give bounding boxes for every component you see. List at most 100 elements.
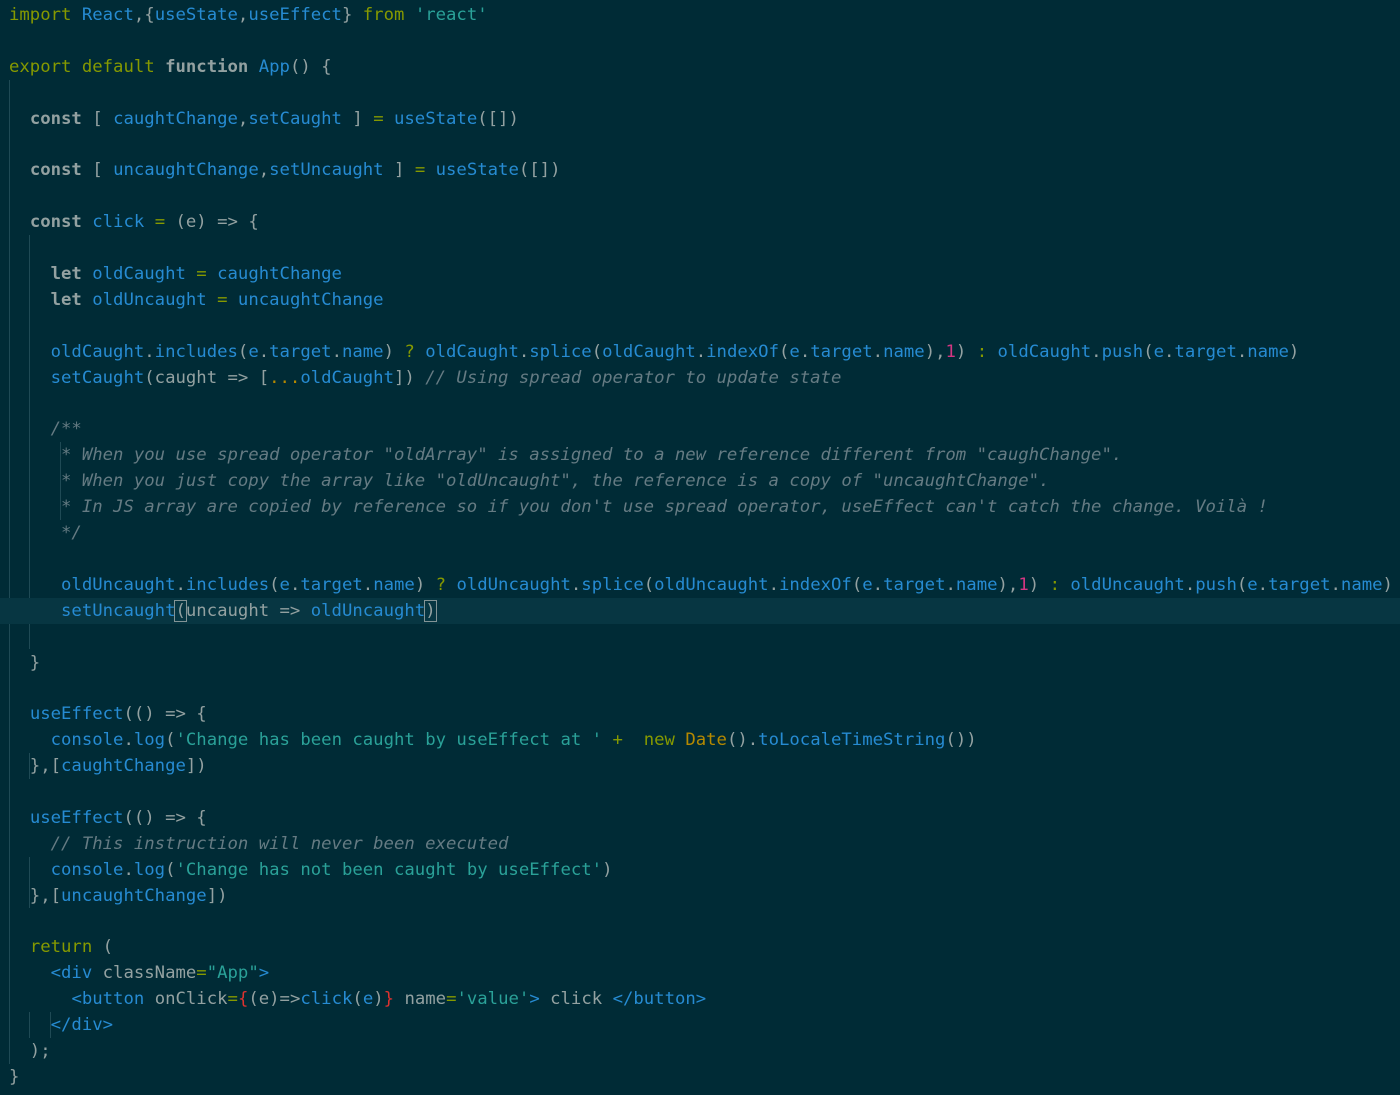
code-line[interactable]: const [ uncaughtChange,setUncaught ] = u…: [9, 157, 561, 183]
code-editor[interactable]: import React,{useState,useEffect} from '…: [0, 0, 1400, 1095]
code-line[interactable]: );: [9, 1038, 51, 1064]
code-token: 'value': [456, 989, 530, 1010]
code-token: (() => {: [123, 807, 207, 828]
code-token: ?: [404, 341, 415, 362]
code-line[interactable]: import React,{useState,useEffect} from '…: [9, 2, 488, 28]
code-token: target: [300, 574, 363, 595]
code-token: */: [61, 523, 82, 543]
code-line[interactable]: let oldCaught = caughtChange: [9, 261, 342, 287]
code-token: useState: [435, 160, 519, 181]
code-token: React: [81, 5, 134, 25]
code-token: .: [1091, 341, 1102, 362]
code-line[interactable]: </div>: [9, 1012, 113, 1038]
code-token: push: [1195, 574, 1237, 595]
code-token: oldUncaught: [1070, 574, 1185, 595]
code-line[interactable]: export default function App() {: [9, 54, 332, 80]
code-token: oldCaught: [92, 264, 186, 284]
code-line[interactable]: useEffect(() => {: [9, 805, 207, 831]
code-token: // This instruction will never been exec…: [50, 833, 509, 854]
code-line[interactable]: }: [9, 1064, 19, 1090]
code-line[interactable]: <div className="App">: [9, 960, 270, 986]
code-line[interactable]: useEffect(() => {: [9, 701, 207, 727]
code-token: ...: [269, 367, 301, 388]
code-token: (: [591, 341, 603, 362]
code-token: 'Change has not been caught by useEffect…: [175, 859, 603, 880]
code-line[interactable]: * In JS array are copied by reference so…: [9, 494, 1268, 520]
code-line[interactable]: <button onClick={(e)=>click(e)} name='va…: [9, 986, 706, 1012]
code-line[interactable]: return (: [9, 934, 113, 960]
code-token: name: [1247, 341, 1289, 362]
code-token: setCaught: [248, 108, 342, 129]
code-line[interactable]: let oldUncaught = uncaughtChange: [9, 287, 384, 313]
code-line[interactable]: * When you use spread operator "oldArray…: [9, 442, 1122, 468]
code-token: target: [269, 341, 332, 362]
code-line[interactable]: }: [9, 650, 40, 676]
code-line[interactable]: setCaught(caught => [...oldCaught]) // U…: [9, 365, 842, 391]
code-line[interactable]: * When you just copy the array like "old…: [9, 468, 1049, 494]
code-token: name: [404, 989, 447, 1010]
code-token: =: [446, 989, 457, 1010]
code-line[interactable]: const [ caughtChange,setCaught ] = useSt…: [9, 106, 519, 132]
code-token: :: [1049, 574, 1060, 595]
code-token: ),: [924, 341, 946, 362]
code-token: includes: [154, 341, 238, 362]
code-token: },[: [9, 885, 62, 906]
code-line[interactable]: },[uncaughtChange]): [9, 883, 228, 909]
code-token: ()): [945, 730, 977, 751]
code-token: (: [1236, 574, 1248, 595]
code-line[interactable]: */: [9, 520, 82, 546]
code-token: uncaughtChange: [61, 885, 207, 906]
code-token: >: [258, 963, 270, 984]
code-token: =: [154, 212, 166, 233]
code-token: .: [123, 859, 134, 880]
code-token: .: [1330, 574, 1341, 595]
code-token: ): [955, 341, 977, 362]
code-token: click: [539, 989, 613, 1010]
code-token: const: [29, 160, 82, 181]
code-line[interactable]: /**: [9, 416, 82, 442]
code-token: .: [289, 574, 301, 595]
code-token: import: [9, 5, 72, 25]
code-line[interactable]: oldUncaught.includes(e.target.name) ? ol…: [9, 572, 1393, 598]
code-token: useState: [154, 5, 238, 25]
code-token: }: [9, 1066, 20, 1087]
code-token: (: [92, 937, 114, 958]
code-token: </button: [612, 989, 696, 1010]
code-token: indexOf: [706, 341, 779, 362]
code-token: .: [331, 341, 342, 362]
code-line[interactable]: setUncaught(uncaught => oldUncaught): [0, 597, 1400, 624]
code-token: ,: [237, 5, 249, 25]
code-token: ?: [435, 574, 447, 595]
code-token: name: [1340, 574, 1383, 595]
code-token: const: [29, 108, 82, 129]
code-token: uncaughtChange: [237, 289, 384, 310]
code-line[interactable]: // This instruction will never been exec…: [9, 831, 509, 857]
code-token: const: [29, 212, 82, 233]
code-token: .: [175, 574, 186, 595]
code-token: (: [352, 989, 363, 1010]
code-token: (e)=>: [248, 989, 301, 1010]
code-line[interactable]: console.log('Change has not been caught …: [9, 857, 613, 883]
code-line[interactable]: },[caughtChange]): [9, 753, 207, 779]
code-line[interactable]: console.log('Change has been caught by u…: [9, 727, 977, 753]
code-token: oldUncaught: [456, 574, 571, 595]
code-token: (: [851, 574, 863, 595]
code-token: },[: [9, 756, 62, 777]
code-line[interactable]: const click = (e) => {: [9, 209, 259, 235]
code-line[interactable]: oldCaught.includes(e.target.name) ? oldC…: [9, 339, 1300, 365]
